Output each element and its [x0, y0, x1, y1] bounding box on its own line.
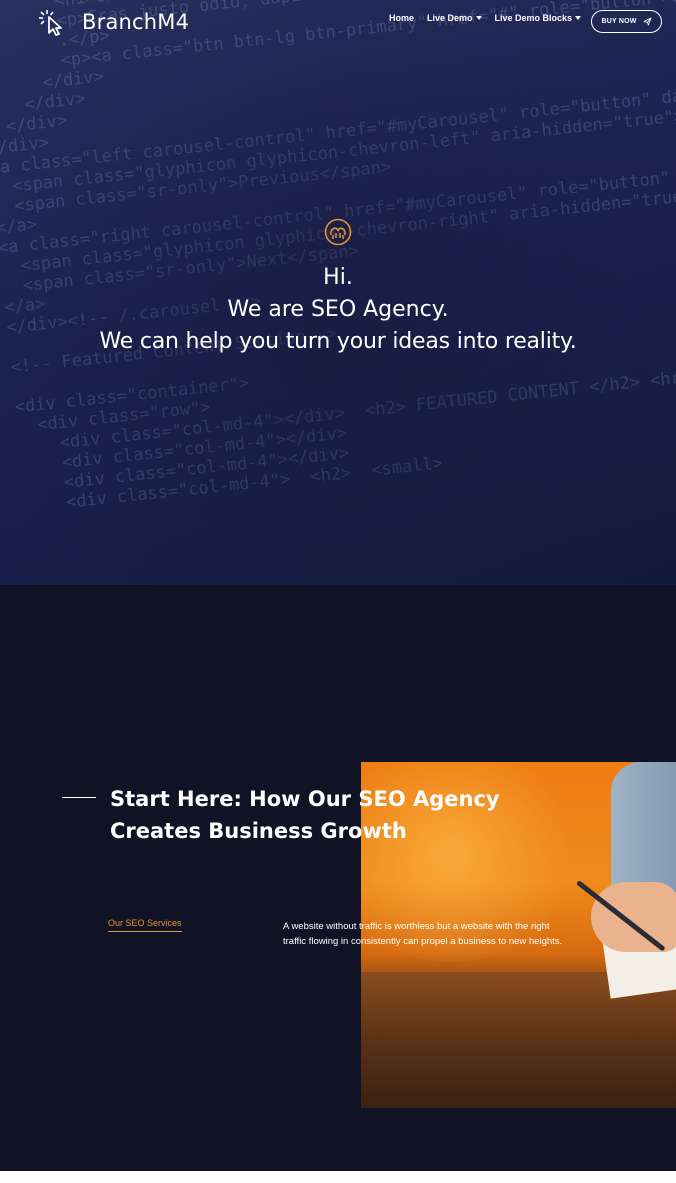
top-navigation: BranchM4 Home Live Demo Live Demo Blocks…	[0, 0, 676, 44]
buy-now-button[interactable]: BUY NOW	[591, 10, 662, 33]
nav-item-home[interactable]: Home	[389, 13, 414, 23]
paper-plane-icon	[643, 17, 652, 26]
nav-item-label: Live Demo	[427, 13, 473, 23]
page-bottom-strip	[0, 1171, 676, 1183]
hero-heading: Hi. We are SEO Agency. We can help you t…	[0, 262, 676, 358]
logo[interactable]: BranchM4	[38, 7, 189, 37]
cursor-click-icon	[39, 10, 62, 36]
nav-item-label: Live Demo Blocks	[494, 13, 573, 23]
heading-rule	[62, 797, 96, 798]
caret-down-icon	[575, 16, 582, 20]
collaboration-heads-icon	[324, 218, 352, 246]
caret-down-icon	[475, 16, 482, 20]
nav-item-live-demo[interactable]: Live Demo	[427, 13, 482, 23]
hero-line-1: Hi.	[323, 265, 353, 290]
section-headline: Start Here: How Our SEO Agency Creates B…	[110, 787, 500, 843]
nav-item-label: Home	[389, 13, 415, 23]
hero-line-2: We are SEO Agency.	[227, 297, 449, 322]
hero-line-3: We can help you turn your ideas into rea…	[99, 329, 577, 354]
hero-section: <li class="container">image/gif;base64,R…	[0, 0, 676, 585]
nav-item-live-demo-blocks[interactable]: Live Demo Blocks	[495, 13, 582, 23]
buy-now-label: BUY NOW	[601, 18, 637, 25]
main-menu: Home Live Demo Live Demo Blocks	[389, 13, 594, 23]
section-description: A website without traffic is worthless b…	[283, 921, 563, 947]
brand-name: BranchM4	[82, 10, 190, 34]
seo-services-link[interactable]: Our SEO Services	[108, 918, 182, 932]
growth-section: Start Here: How Our SEO Agency Creates B…	[0, 585, 676, 1171]
